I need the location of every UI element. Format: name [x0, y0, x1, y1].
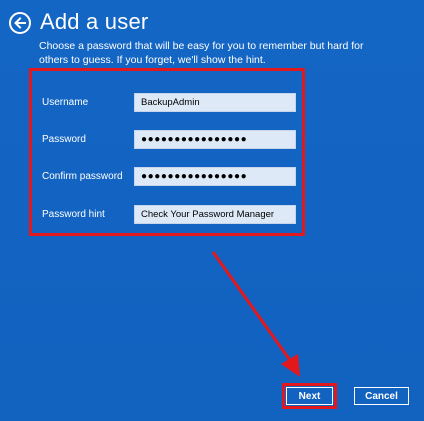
- password-row: Password ●●●●●●●●●●●●●●●●: [42, 129, 296, 149]
- back-button[interactable]: [9, 12, 31, 34]
- password-hint-row: Password hint Check Your Password Manage…: [42, 204, 296, 224]
- username-label: Username: [42, 96, 89, 108]
- username-input[interactable]: BackupAdmin: [134, 92, 296, 112]
- username-row: Username BackupAdmin: [42, 92, 296, 112]
- page-description: Choose a password that will be easy for …: [39, 40, 364, 66]
- page-title: Add a user: [40, 9, 149, 34]
- password-hint-label: Password hint: [42, 208, 105, 220]
- password-hint-input[interactable]: Check Your Password Manager: [134, 204, 296, 224]
- next-button[interactable]: Next: [286, 387, 333, 405]
- password-label: Password: [42, 133, 86, 145]
- back-arrow-icon: [14, 17, 26, 29]
- confirm-password-label: Confirm password: [42, 170, 123, 182]
- confirm-password-input[interactable]: ●●●●●●●●●●●●●●●●: [134, 166, 296, 186]
- user-form: Username BackupAdmin Password ●●●●●●●●●●…: [29, 68, 305, 236]
- confirm-password-row: Confirm password ●●●●●●●●●●●●●●●●: [42, 166, 296, 186]
- cancel-button[interactable]: Cancel: [354, 387, 409, 405]
- password-input[interactable]: ●●●●●●●●●●●●●●●●: [134, 129, 296, 149]
